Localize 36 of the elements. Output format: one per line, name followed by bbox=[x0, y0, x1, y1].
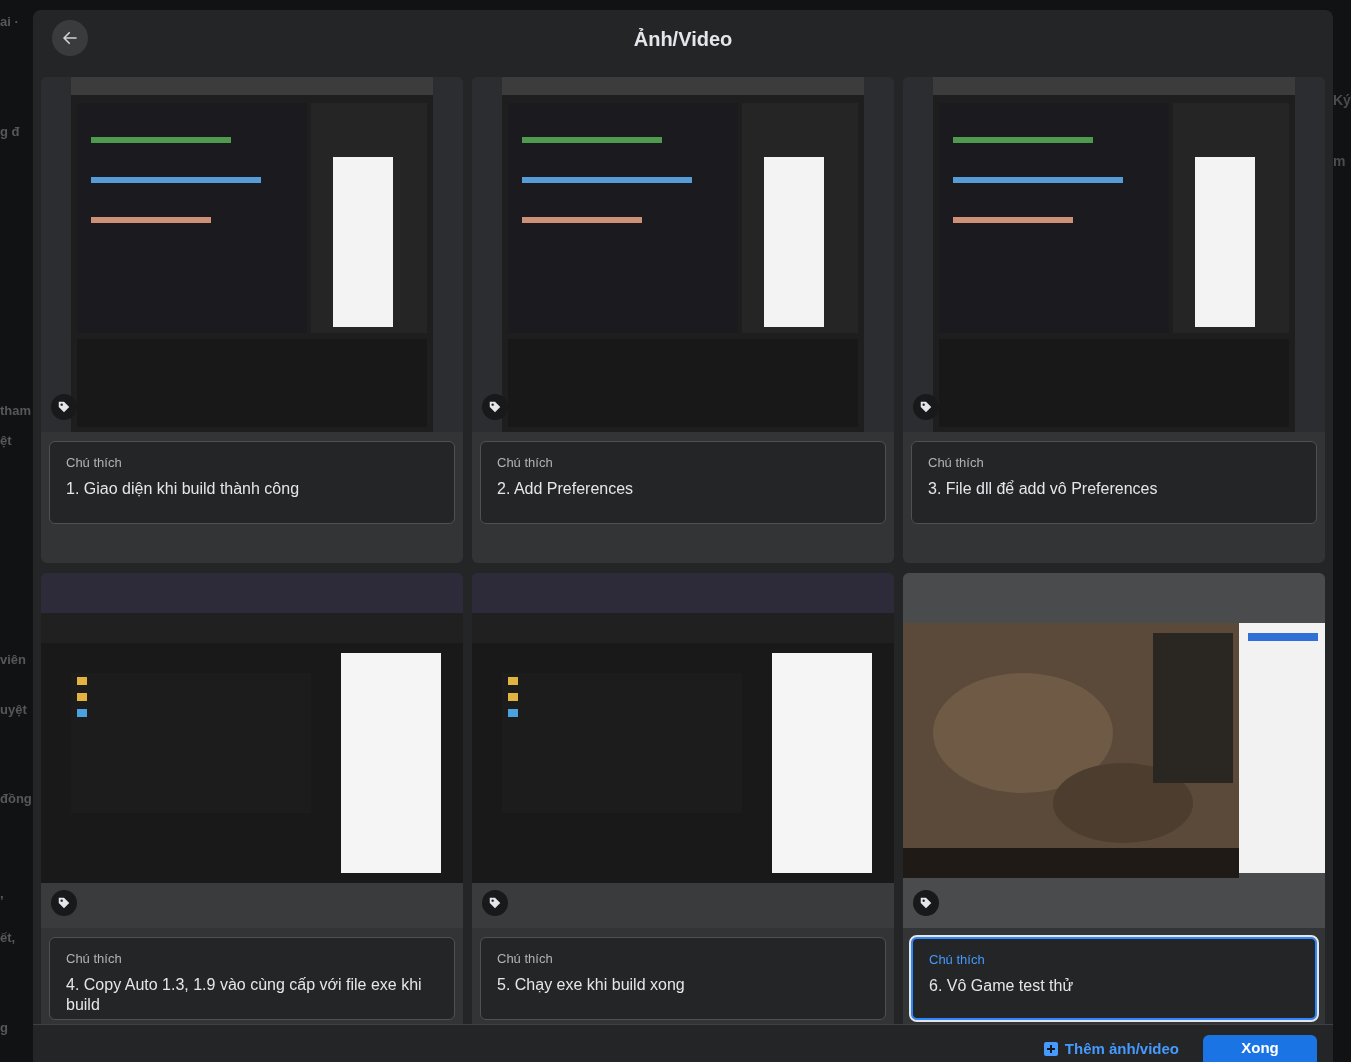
background-text: đồng bbox=[0, 790, 33, 808]
caption-label: Chú thích bbox=[929, 951, 986, 969]
background-text: m bbox=[1333, 152, 1347, 171]
caption-text: 1. Giao diện khi build thành công bbox=[66, 478, 301, 499]
caption-label: Chú thích bbox=[497, 454, 554, 472]
caption-text: 4. Copy Auto 1.3, 1.9 vào cùng cấp với file exe khi build bbox=[66, 974, 423, 1015]
back-button[interactable] bbox=[52, 20, 88, 56]
background-text: viên bbox=[0, 651, 27, 669]
caption-label: Chú thích bbox=[66, 950, 123, 968]
background-text: Ký bbox=[1333, 91, 1351, 110]
caption-field[interactable]: Chú thích 2. Add Preferences bbox=[480, 441, 886, 524]
caption-text: 2. Add Preferences bbox=[497, 478, 635, 499]
caption-field[interactable]: Chú thích 1. Giao diện khi build thành công bbox=[49, 441, 455, 524]
caption-text: 5. Chạy exe khi build xong bbox=[497, 974, 686, 995]
done-button[interactable]: Xong bbox=[1203, 1035, 1317, 1062]
caption-text: 3. File dll để add vô Preferences bbox=[928, 478, 1159, 499]
caption-text: 6. Vô Game test thử bbox=[929, 975, 1075, 996]
background-text: uyệt bbox=[0, 700, 28, 719]
background-text: g bbox=[0, 1018, 9, 1037]
caption-field[interactable]: Chú thích 4. Copy Auto 1.3, 1.9 vào cùng cấp với file exe khi build bbox=[49, 937, 455, 1020]
background-text: tham bbox=[0, 402, 33, 420]
caption-field[interactable]: Chú thích 3. File dll để add vô Preferences bbox=[911, 441, 1317, 524]
background-text: ai · bbox=[0, 13, 20, 31]
background-text: g đ bbox=[0, 122, 21, 141]
background-text: , bbox=[0, 884, 5, 903]
add-photo-icon bbox=[1042, 1040, 1059, 1057]
add-photo-video-link[interactable]: Thêm ảnh/video bbox=[1042, 1037, 1179, 1062]
dialog-title: Ảnh/Video bbox=[633, 27, 733, 52]
caption-label: Chú thích bbox=[928, 454, 985, 472]
caption-label: Chú thích bbox=[66, 454, 123, 472]
caption-label: Chú thích bbox=[497, 950, 554, 968]
background-text: ệt bbox=[0, 431, 13, 450]
caption-field[interactable]: Chú thích 6. Vô Game test thử bbox=[911, 937, 1317, 1020]
caption-field[interactable]: Chú thích 5. Chạy exe khi build xong bbox=[480, 937, 886, 1020]
background-text: ết, bbox=[0, 929, 17, 947]
back-arrow-icon bbox=[61, 29, 79, 47]
